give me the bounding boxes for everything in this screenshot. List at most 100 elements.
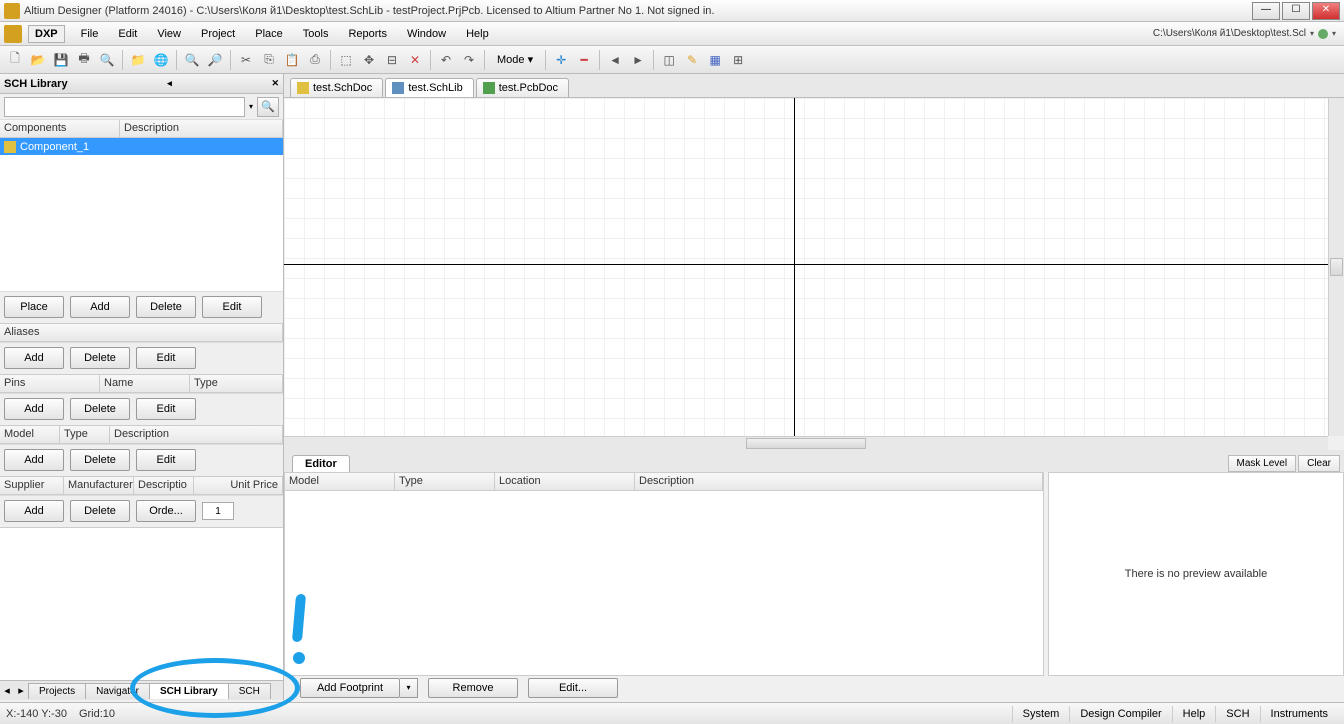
filter-combo[interactable] — [4, 97, 245, 117]
remove-footprint-button[interactable]: Remove — [428, 678, 518, 698]
clear-button[interactable]: Clear — [1298, 455, 1340, 472]
undo-icon[interactable]: ↶ — [435, 49, 457, 71]
component-row[interactable]: Component_1 — [0, 138, 283, 155]
schematic-canvas[interactable] — [284, 98, 1328, 436]
editor-tab[interactable]: Editor — [292, 455, 350, 472]
menu-file[interactable]: File — [71, 26, 109, 42]
canvas-hscrollbar[interactable] — [284, 436, 1328, 450]
grid-icon[interactable]: ▦ — [704, 49, 726, 71]
dxp-menu[interactable]: DXP — [28, 25, 65, 43]
add-component-button[interactable]: Add — [70, 296, 130, 318]
tabs-next-icon[interactable]: ▸ — [14, 684, 28, 697]
copy-icon[interactable]: ⎘ — [258, 49, 280, 71]
deselect-icon[interactable]: ⊟ — [381, 49, 403, 71]
add-part-icon[interactable]: ✛ — [550, 49, 572, 71]
recent-path[interactable]: C:\Users\Коля й1\Desktop\test.Scl — [1153, 28, 1306, 39]
altium-icon — [4, 25, 22, 43]
cut-icon[interactable]: ✂ — [235, 49, 257, 71]
open-project-icon[interactable]: 📁 — [127, 49, 149, 71]
tab-sch[interactable]: SCH — [228, 683, 271, 699]
canvas-vscrollbar[interactable] — [1328, 98, 1344, 436]
workspace-icon[interactable]: 🌐 — [150, 49, 172, 71]
filter-search-icon[interactable]: 🔍 — [257, 97, 279, 117]
redo-icon[interactable]: ↷ — [458, 49, 480, 71]
tool1-icon[interactable]: ◫ — [658, 49, 680, 71]
tab-pcbdoc[interactable]: test.PcbDoc — [476, 78, 569, 97]
tab-sch-library[interactable]: SCH Library — [149, 683, 229, 699]
tab-schlib[interactable]: test.SchLib — [385, 78, 473, 97]
preview-icon[interactable]: 🔍 — [96, 49, 118, 71]
status-sch[interactable]: SCH — [1215, 706, 1259, 722]
minimize-button[interactable]: — — [1252, 2, 1280, 20]
add-model-button[interactable]: Add — [4, 449, 64, 471]
status-design-compiler[interactable]: Design Compiler — [1069, 706, 1171, 722]
components-list[interactable]: Component_1 — [0, 138, 283, 291]
status-bar: X:-140 Y:-30 Grid:10 System Design Compi… — [0, 702, 1344, 724]
status-dropdown-icon[interactable]: ▾ — [1332, 29, 1336, 38]
status-help[interactable]: Help — [1172, 706, 1216, 722]
menu-bar: DXP File Edit View Project Place Tools R… — [0, 22, 1344, 46]
tool2-icon[interactable]: ✎ — [681, 49, 703, 71]
menu-tools[interactable]: Tools — [293, 26, 339, 42]
tabs-prev-icon[interactable]: ◂ — [0, 684, 14, 697]
status-instruments[interactable]: Instruments — [1260, 706, 1338, 722]
menu-help[interactable]: Help — [456, 26, 499, 42]
edit-pin-button[interactable]: Edit — [136, 398, 196, 420]
tab-navigator[interactable]: Navigator — [85, 683, 150, 699]
menu-place[interactable]: Place — [245, 26, 293, 42]
edit-component-button[interactable]: Edit — [202, 296, 262, 318]
menu-reports[interactable]: Reports — [338, 26, 397, 42]
menu-view[interactable]: View — [147, 26, 191, 42]
delete-model-button[interactable]: Delete — [70, 449, 130, 471]
next-icon[interactable]: ► — [627, 49, 649, 71]
mask-level-button[interactable]: Mask Level — [1228, 455, 1297, 472]
save-icon[interactable]: 💾 — [50, 49, 72, 71]
delete-pin-button[interactable]: Delete — [70, 398, 130, 420]
select-icon[interactable]: ⬚ — [335, 49, 357, 71]
menu-window[interactable]: Window — [397, 26, 456, 42]
add-footprint-button[interactable]: Add Footprint — [300, 678, 400, 698]
status-system[interactable]: System — [1012, 706, 1070, 722]
delete-supplier-button[interactable]: Delete — [70, 500, 130, 522]
tab-projects[interactable]: Projects — [28, 683, 86, 699]
close-button[interactable]: ✕ — [1312, 2, 1340, 20]
aliases-header[interactable]: Aliases — [0, 324, 283, 341]
edit-model-button[interactable]: Edit — [136, 449, 196, 471]
edit-footprint-button[interactable]: Edit... — [528, 678, 618, 698]
menu-project[interactable]: Project — [191, 26, 245, 42]
panel-close-icon[interactable]: ✕ — [271, 78, 279, 89]
add-footprint-dropdown-icon[interactable]: ▾ — [400, 678, 418, 698]
pin-icon[interactable]: ◂ — [167, 78, 172, 89]
new-icon[interactable]: 🗋 — [4, 49, 26, 71]
prev-icon[interactable]: ◄ — [604, 49, 626, 71]
delete-alias-button[interactable]: Delete — [70, 347, 130, 369]
status-dot-icon[interactable] — [1318, 29, 1328, 39]
app-icon — [4, 3, 20, 19]
path-dropdown-icon[interactable]: ▾ — [1310, 29, 1314, 38]
zoom-out-icon[interactable]: 🔎 — [204, 49, 226, 71]
rubber-stamp-icon[interactable]: ⎙ — [304, 49, 326, 71]
tool3-icon[interactable]: ⊞ — [727, 49, 749, 71]
order-button[interactable]: Orde... — [136, 500, 196, 522]
model-table: Model Type Location Description — [284, 472, 1044, 676]
delete-component-button[interactable]: Delete — [136, 296, 196, 318]
move-icon[interactable]: ✥ — [358, 49, 380, 71]
add-pin-button[interactable]: Add — [4, 398, 64, 420]
open-icon[interactable]: 📂 — [27, 49, 49, 71]
status-grid: Grid:10 — [79, 708, 115, 720]
tab-schdoc[interactable]: test.SchDoc — [290, 78, 383, 97]
paste-icon[interactable]: 📋 — [281, 49, 303, 71]
maximize-button[interactable]: ☐ — [1282, 2, 1310, 20]
print-icon[interactable]: 🖶 — [73, 49, 95, 71]
remove-part-icon[interactable]: ━ — [573, 49, 595, 71]
mode-dropdown[interactable]: Mode ▾ — [489, 51, 541, 68]
window-title: Altium Designer (Platform 24016) - C:\Us… — [24, 5, 1252, 17]
add-alias-button[interactable]: Add — [4, 347, 64, 369]
clear-icon[interactable]: ✕ — [404, 49, 426, 71]
zoom-in-icon[interactable]: 🔍 — [181, 49, 203, 71]
add-supplier-button[interactable]: Add — [4, 500, 64, 522]
edit-alias-button[interactable]: Edit — [136, 347, 196, 369]
place-button[interactable]: Place — [4, 296, 64, 318]
order-qty-input[interactable] — [202, 502, 234, 520]
menu-edit[interactable]: Edit — [108, 26, 147, 42]
